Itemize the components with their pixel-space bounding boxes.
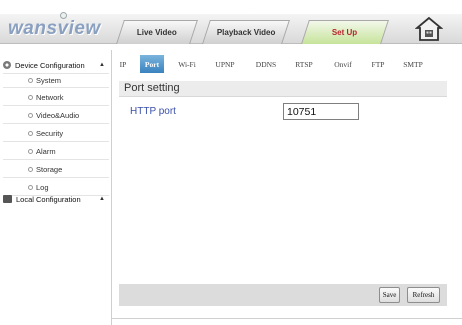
- sidebar-item-label: Video&Audio: [36, 110, 80, 120]
- sidebar-group-device-configuration[interactable]: Device Configuration ▲: [3, 58, 109, 72]
- subtab-label: DDNS: [255, 59, 277, 69]
- collapse-arrow-icon[interactable]: ▲: [99, 196, 105, 202]
- subtab-label: RTSP: [295, 59, 313, 69]
- sidebar-item-label: Storage: [36, 164, 63, 174]
- subtab-label: UPNP: [215, 59, 235, 69]
- tab-live-video[interactable]: Live Video: [116, 20, 198, 44]
- bullet-icon: [28, 130, 33, 136]
- bullet-icon: [28, 184, 33, 190]
- divider: [3, 141, 109, 142]
- subtab-label: IP: [119, 59, 127, 69]
- local-config-icon: [3, 195, 12, 203]
- app-header: wansview Live Video Playback Video Set U…: [0, 0, 462, 50]
- tab-set-up[interactable]: Set Up: [301, 20, 389, 44]
- section-header: Port setting: [119, 81, 447, 97]
- sidebar: Device Configuration ▲ System Network Vi…: [0, 50, 112, 325]
- subtab-ftp[interactable]: FTP: [367, 55, 389, 73]
- divider: [3, 159, 109, 160]
- refresh-button[interactable]: Refresh: [407, 287, 440, 303]
- subtab-ddns[interactable]: DDNS: [253, 55, 279, 73]
- sidebar-group-local-configuration[interactable]: Local Configuration ▲: [3, 192, 109, 206]
- subtab-bar: IP Port Wi-Fi UPNP DDNS RTSP Onvif FTP S…: [112, 50, 462, 74]
- subtab-label: FTP: [371, 59, 385, 69]
- sidebar-group-label: Device Configuration: [15, 60, 85, 70]
- gear-icon: [3, 61, 11, 69]
- subtab-label: SMTP: [403, 59, 423, 69]
- http-port-label: HTTP port: [130, 106, 176, 117]
- subtab-ip[interactable]: IP: [115, 55, 131, 73]
- subtab-label: Port: [144, 59, 160, 69]
- subtab-rtsp[interactable]: RTSP: [291, 55, 317, 73]
- action-bar: Save Refresh: [119, 284, 447, 306]
- subtab-label: Wi-Fi: [178, 59, 196, 69]
- collapse-arrow-icon[interactable]: ▲: [99, 62, 105, 68]
- bullet-icon: [28, 94, 33, 100]
- port-setting-panel: Port setting HTTP port Save Refresh: [119, 77, 447, 311]
- sidebar-item-network[interactable]: Network: [28, 90, 64, 104]
- sidebar-item-label: Alarm: [36, 146, 56, 156]
- bullet-icon: [28, 166, 33, 172]
- divider: [3, 177, 109, 178]
- sidebar-item-label: Log: [36, 182, 49, 192]
- section-title: Port setting: [124, 82, 180, 94]
- sidebar-item-label: Security: [36, 128, 64, 138]
- logo-text: wansview: [8, 18, 101, 39]
- sidebar-item-video-audio[interactable]: Video&Audio: [28, 108, 79, 122]
- sidebar-item-alarm[interactable]: Alarm: [28, 144, 56, 158]
- sidebar-item-security[interactable]: Security: [28, 126, 63, 140]
- sidebar-item-storage[interactable]: Storage: [28, 162, 62, 176]
- http-port-input[interactable]: [283, 103, 359, 120]
- subtab-wifi[interactable]: Wi-Fi: [175, 55, 199, 73]
- subtab-smtp[interactable]: SMTP: [400, 55, 426, 73]
- divider: [3, 87, 109, 88]
- save-button[interactable]: Save: [379, 287, 400, 303]
- sidebar-item-label: Network: [36, 92, 64, 102]
- tab-label: Live Video: [136, 28, 177, 37]
- subtab-port[interactable]: Port: [140, 55, 164, 73]
- divider: [112, 318, 462, 319]
- tab-label: Set Up: [332, 28, 358, 37]
- tab-label: Playback Video: [216, 28, 276, 37]
- subtab-upnp[interactable]: UPNP: [212, 55, 238, 73]
- bullet-icon: [28, 148, 33, 154]
- sidebar-item-system[interactable]: System: [28, 73, 61, 87]
- subtab-label: Onvif: [334, 59, 352, 69]
- divider: [3, 105, 109, 106]
- sidebar-item-label: System: [36, 75, 62, 85]
- logo-camera-icon: [60, 12, 67, 19]
- bullet-icon: [28, 77, 33, 83]
- brand-logo: wansview: [8, 14, 101, 44]
- sidebar-group-label: Local Configuration: [16, 194, 81, 204]
- divider: [3, 123, 109, 124]
- home-icon[interactable]: [415, 16, 443, 42]
- bullet-icon: [28, 112, 33, 118]
- tab-playback-video[interactable]: Playback Video: [202, 20, 290, 44]
- subtab-onvif[interactable]: Onvif: [330, 55, 356, 73]
